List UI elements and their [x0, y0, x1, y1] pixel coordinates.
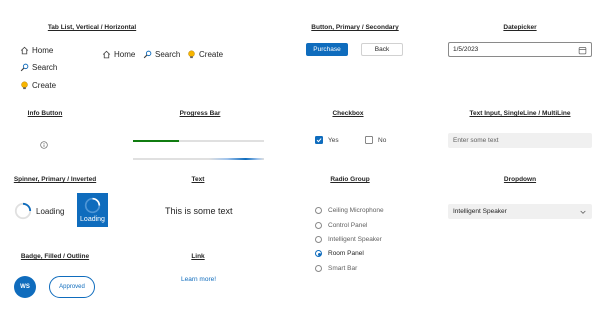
text-input-placeholder: Enter some text [453, 137, 499, 144]
radio-button [315, 265, 322, 272]
info-header: Info Button [27, 110, 63, 117]
progress-bar-determinate [133, 140, 264, 142]
lightbulb-icon [188, 50, 195, 59]
checkbox-label: No [378, 136, 387, 144]
calendar-icon[interactable] [578, 46, 587, 55]
progress-header: Progress Bar [179, 110, 221, 117]
tab-vertical-search[interactable]: Search [20, 63, 57, 72]
link-header: Link [191, 253, 205, 260]
radio-label: Control Panel [328, 222, 368, 229]
spinner-primary: Loading [14, 202, 64, 220]
home-icon [20, 46, 29, 55]
tab-horizontal-home[interactable]: Home [102, 50, 135, 59]
spinner-label: Loading [80, 216, 105, 223]
chevron-down-icon [580, 210, 586, 214]
dropdown-value: Intelligent Speaker [453, 208, 507, 215]
radio-header: Radio Group [330, 176, 370, 183]
progress-bar-indeterminate [133, 158, 264, 160]
spinner-header: Spinner, Primary / Inverted [13, 176, 97, 183]
home-icon [102, 50, 111, 59]
radio-label: Ceiling Microphone [328, 207, 384, 214]
text-sample: This is some text [165, 206, 233, 216]
radio-button-selected [315, 250, 322, 257]
textinput-header: Text Input, SingleLine / MultiLine [469, 110, 571, 117]
checkbox-yes[interactable]: Yes [315, 136, 339, 144]
text-input[interactable]: Enter some text [448, 133, 592, 148]
radio-button [315, 222, 322, 229]
progress-fill [133, 140, 179, 142]
dropdown[interactable]: Intelligent Speaker [448, 204, 592, 219]
datepicker-header: Datepicker [503, 24, 537, 31]
badge-outline: Approved [49, 276, 95, 298]
date-value: 1/5/2023 [453, 46, 479, 53]
spinner-icon [14, 202, 32, 220]
tab-label: Search [155, 50, 181, 59]
tab-horizontal-search[interactable]: Search [143, 50, 180, 59]
tab-horizontal-create[interactable]: Create [187, 50, 223, 59]
text-header: Text [191, 176, 205, 183]
spinner-icon [84, 197, 101, 214]
radio-button [315, 207, 322, 214]
purchase-button[interactable]: Purchase [306, 43, 348, 56]
search-icon [143, 50, 152, 59]
tab-label: Create [32, 81, 57, 90]
tablist-header: Tab List, Vertical / Horizontal [47, 24, 137, 31]
radio-label: Intelligent Speaker [328, 236, 382, 243]
radio-option[interactable]: Control Panel [315, 222, 367, 229]
radio-option[interactable]: Smart Bar [315, 265, 357, 272]
radio-option[interactable]: Room Panel [315, 250, 364, 257]
radio-option[interactable]: Ceiling Microphone [315, 207, 384, 214]
back-button[interactable]: Back [361, 43, 403, 56]
checkbox-checked-icon [315, 136, 323, 144]
checkbox-unchecked-icon [365, 136, 373, 144]
dropdown-header: Dropdown [503, 176, 537, 183]
tab-vertical-create[interactable]: Create [20, 81, 56, 90]
lightbulb-icon [21, 81, 28, 90]
checkbox-label: Yes [328, 136, 339, 144]
radio-option[interactable]: Intelligent Speaker [315, 236, 382, 243]
tab-vertical-home[interactable]: Home [20, 46, 53, 55]
info-icon[interactable] [40, 141, 48, 149]
spinner-inverted: Loading [77, 193, 108, 227]
radio-button [315, 236, 322, 243]
tab-label: Home [114, 50, 136, 59]
tab-label: Home [32, 46, 54, 55]
radio-label: Smart Bar [328, 265, 358, 272]
learn-more-link[interactable]: Learn more! [181, 276, 216, 283]
search-icon [20, 63, 29, 72]
spinner-label: Loading [36, 206, 65, 216]
buttons-header: Button, Primary / Secondary [311, 24, 399, 31]
checkbox-header: Checkbox [332, 110, 364, 117]
tab-label: Create [199, 50, 224, 59]
radio-label: Room Panel [328, 250, 364, 257]
checkbox-no[interactable]: No [365, 136, 386, 144]
date-picker[interactable]: 1/5/2023 [448, 42, 592, 57]
tab-label: Search [32, 63, 58, 72]
badge-filled: WS [14, 276, 36, 298]
badge-header: Badge, Filled / Outline [20, 253, 90, 260]
